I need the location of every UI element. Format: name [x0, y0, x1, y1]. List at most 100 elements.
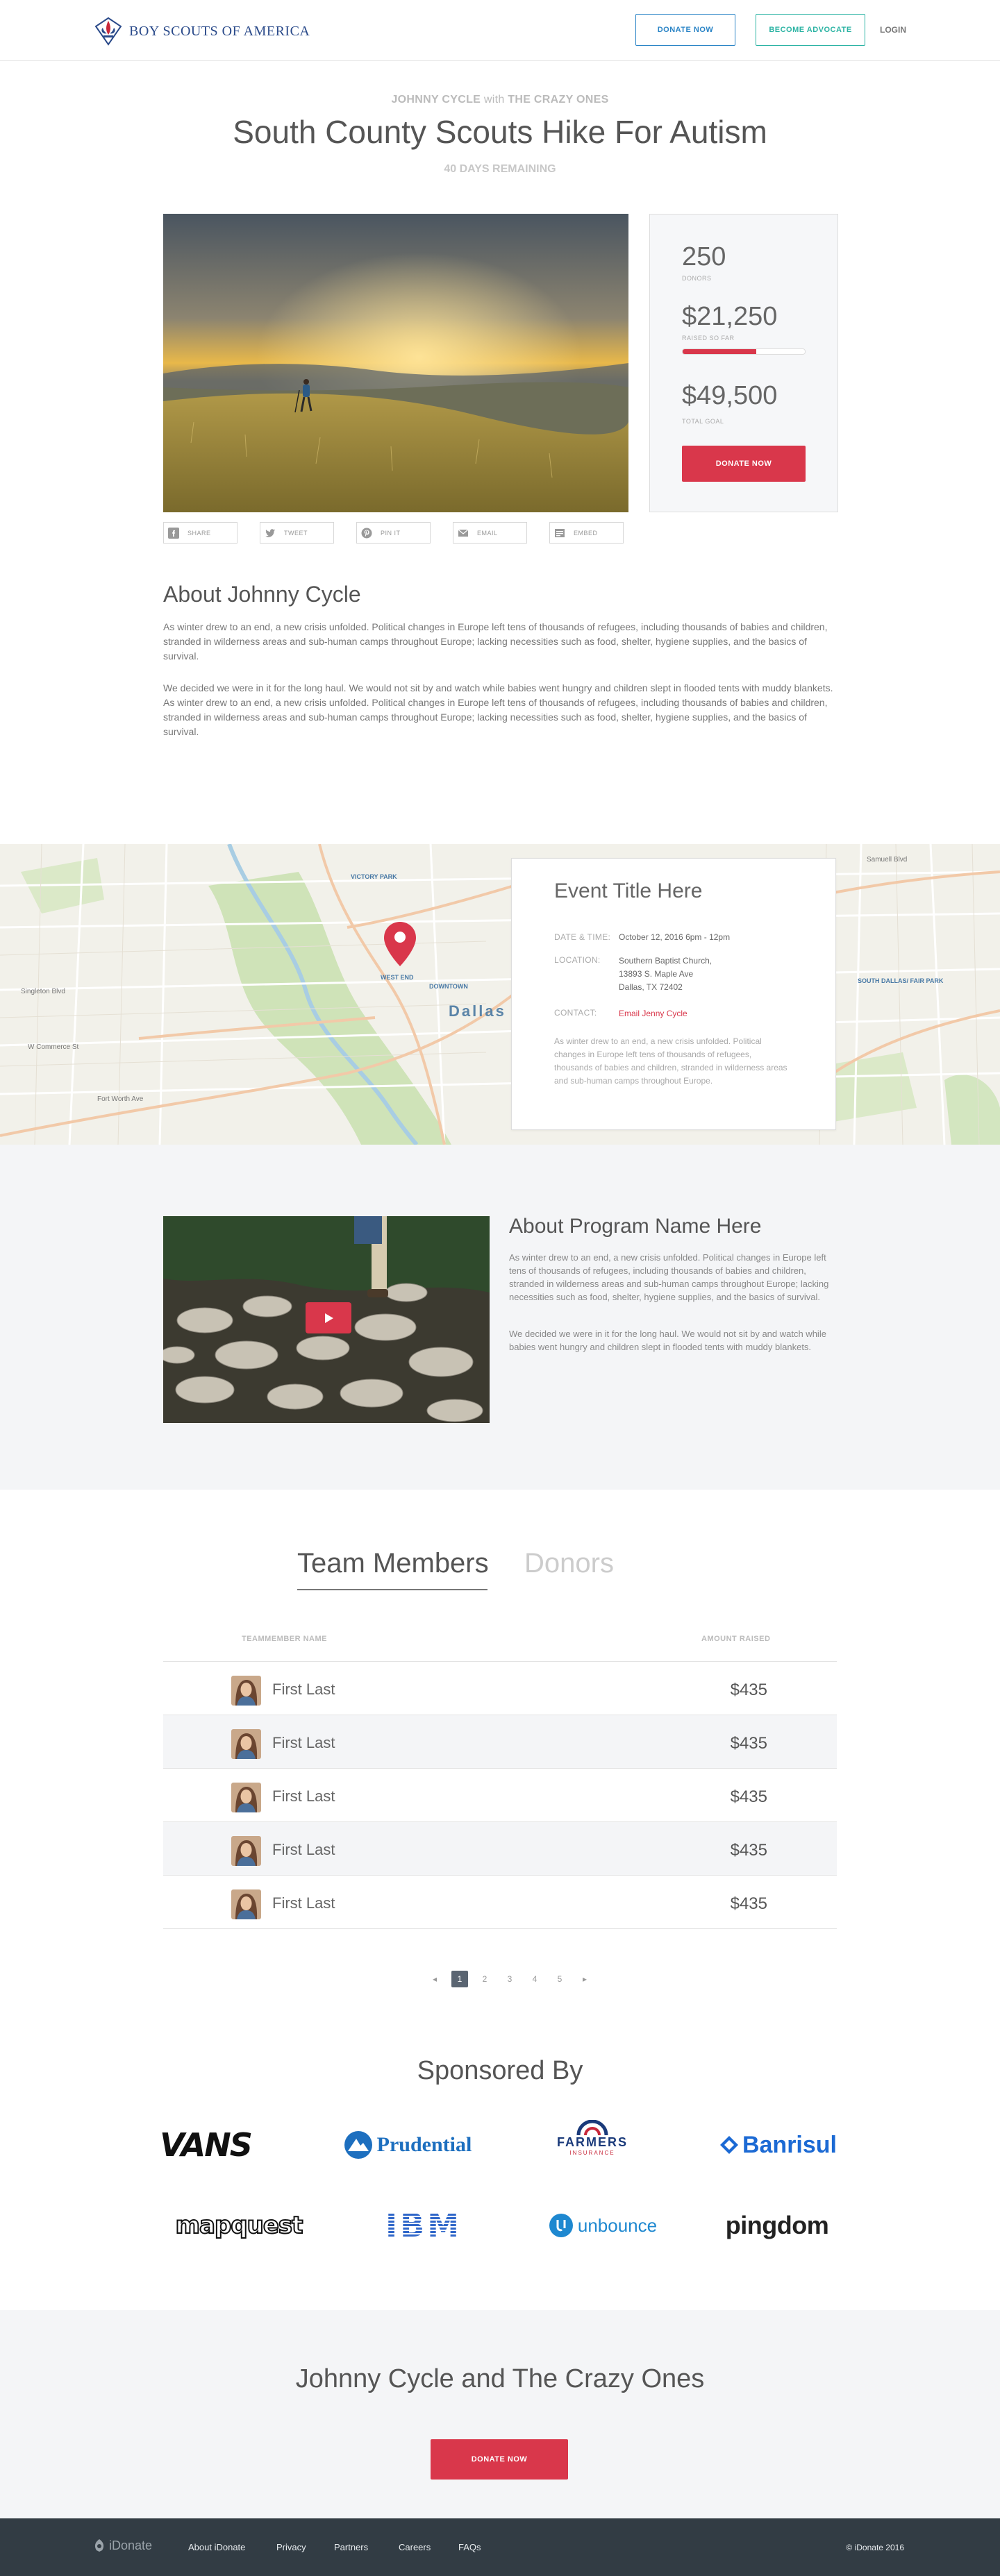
goal-label: TOTAL GOAL — [682, 418, 724, 425]
event-location-label: LOCATION: — [554, 955, 601, 965]
member-amount: $435 — [730, 1681, 767, 1699]
pager-page-2[interactable]: 2 — [472, 1974, 497, 1984]
map-label-west-end: WEST END — [381, 974, 414, 981]
event-date-value: October 12, 2016 6pm - 12pm — [619, 932, 731, 942]
event-contact-link[interactable]: Email Jenny Cycle — [619, 1007, 688, 1020]
event-date-label: DATE & TIME: — [554, 932, 611, 942]
team-name[interactable]: THE CRAZY ONES — [508, 94, 608, 106]
sponsor-logo-farmers[interactable]: FARMERS INSURANCE — [509, 2117, 676, 2159]
raised-label: RAISED SO FAR — [682, 335, 735, 342]
sponsor-logo-ibm[interactable]: IBM — [340, 2205, 507, 2246]
member-name[interactable]: First Last — [272, 1787, 335, 1805]
logo-text: BOY SCOUTS OF AMERICA — [129, 23, 310, 39]
pagination: ◂ 1 2 3 4 5 ▸ — [422, 1971, 597, 1987]
become-advocate-button[interactable]: BECOME ADVOCATE — [756, 14, 865, 46]
location-line-3: Dallas, TX 72402 — [619, 982, 683, 992]
program-paragraph-1: As winter drew to an end, a new crisis u… — [509, 1252, 829, 1302]
member-amount: $435 — [730, 1734, 767, 1753]
farmers-shield-icon — [576, 2120, 608, 2135]
location-line-1: Southern Baptist Church, — [619, 956, 712, 966]
map-label-commerce: W Commerce St — [28, 1043, 79, 1051]
sponsor-logo-vans[interactable]: VANS — [122, 2124, 289, 2166]
prudential-rock-icon — [344, 2131, 372, 2159]
map-label-south-dallas: SOUTH DALLAS/ FAIR PARK — [858, 977, 944, 984]
avatar — [231, 1889, 261, 1919]
tab-donors[interactable]: Donors — [524, 1548, 614, 1579]
cta-donate-button[interactable]: DONATE NOW — [431, 2439, 568, 2480]
active-tab-underline — [297, 1589, 488, 1590]
avatar — [231, 1836, 261, 1866]
page-title: South County Scouts Hike For Autism — [233, 114, 767, 150]
location-line-2: 13893 S. Maple Ave — [619, 969, 694, 979]
progress-fill — [683, 349, 756, 354]
pinterest-icon — [361, 528, 372, 538]
pager-page-5[interactable]: 5 — [547, 1974, 572, 1984]
footer-link-faqs[interactable]: FAQs — [458, 2542, 481, 2552]
pager-next[interactable]: ▸ — [572, 1974, 597, 1984]
member-name[interactable]: First Last — [272, 1894, 335, 1912]
footer-link-careers[interactable]: Careers — [399, 2542, 431, 2552]
event-map[interactable]: VICTORY PARK WEST END DOWNTOWN SOUTH DAL… — [0, 844, 1000, 1145]
banrisul-mark-icon — [719, 2136, 738, 2154]
about-title: About Johnny Cycle — [163, 582, 361, 607]
pager-page-4[interactable]: 4 — [522, 1974, 547, 1984]
member-amount: $435 — [730, 1787, 767, 1806]
event-details-card: Event Title Here DATE & TIME: October 12… — [511, 858, 836, 1130]
fundraiser-name[interactable]: JOHNNY CYCLE — [391, 94, 481, 106]
map-label-samuell: Samuell Blvd — [867, 856, 907, 864]
pager-page-1[interactable]: 1 — [447, 1971, 472, 1987]
login-link[interactable]: LOGIN — [880, 25, 906, 35]
sponsor-logo-banrisul[interactable]: Banrisul — [694, 2124, 861, 2166]
sponsor-logo-unbounce[interactable]: unbounce — [519, 2205, 686, 2246]
share-email-button[interactable]: EMAIL — [453, 522, 527, 544]
map-label-singleton: Singleton Blvd — [21, 988, 65, 995]
footer-link-about[interactable]: About iDonate — [188, 2542, 245, 2552]
map-label-fort-worth: Fort Worth Ave — [97, 1095, 144, 1103]
footer-link-partners[interactable]: Partners — [334, 2542, 368, 2552]
facebook-icon — [168, 527, 179, 539]
email-icon — [458, 529, 469, 537]
with-word: with — [483, 94, 505, 106]
share-pinterest-button[interactable]: PIN IT — [356, 522, 431, 544]
video-play-button[interactable] — [306, 1302, 351, 1333]
share-twitter-button[interactable]: TWEET — [260, 522, 334, 544]
member-name[interactable]: First Last — [272, 1681, 335, 1699]
share-twitter-label: TWEET — [284, 529, 308, 537]
cta-section — [0, 2310, 1000, 2518]
share-facebook-label: SHARE — [188, 529, 211, 537]
member-name[interactable]: First Last — [272, 1841, 335, 1859]
donors-count: 250 — [682, 242, 726, 271]
donate-now-button[interactable]: DONATE NOW — [682, 446, 806, 482]
sponsor-logo-prudential[interactable]: Prudential — [324, 2124, 491, 2166]
hero-subtitle: JOHNNY CYCLE with THE CRAZY ONES — [0, 94, 1000, 106]
pager-prev[interactable]: ◂ — [422, 1974, 447, 1984]
table-row: First Last $435 — [163, 1715, 837, 1769]
share-facebook-button[interactable]: SHARE — [163, 522, 238, 544]
map-city-label: Dallas — [449, 1002, 506, 1020]
site-footer: iDonate About iDonate Privacy Partners C… — [0, 2518, 1000, 2576]
header-donate-button[interactable]: DONATE NOW — [635, 14, 735, 46]
share-embed-button[interactable]: EMBED — [549, 522, 624, 544]
event-title: Event Title Here — [554, 879, 703, 902]
member-amount: $435 — [730, 1841, 767, 1860]
sponsor-logo-pingdom[interactable]: pingdom — [694, 2205, 860, 2246]
footer-logo-text: iDonate — [109, 2538, 153, 2552]
event-description: As winter drew to an end, a new crisis u… — [554, 1036, 788, 1086]
about-paragraph-1: As winter drew to an end, a new crisis u… — [163, 621, 828, 662]
raised-amount: $21,250 — [682, 302, 778, 331]
goal-amount: $49,500 — [682, 381, 778, 410]
tab-team-members[interactable]: Team Members — [297, 1548, 489, 1579]
map-label-victory-park: VICTORY PARK — [351, 873, 397, 880]
pager-page-3[interactable]: 3 — [497, 1974, 522, 1984]
campaign-stats-card: 250 DONORS $21,250 RAISED SO FAR $49,500… — [649, 214, 838, 512]
bsa-logo[interactable]: BOY SCOUTS OF AMERICA — [94, 17, 310, 46]
avatar — [231, 1729, 261, 1759]
member-name[interactable]: First Last — [272, 1734, 335, 1752]
raised-progress-bar — [682, 348, 806, 355]
donors-label: DONORS — [682, 275, 712, 282]
footer-logo[interactable]: iDonate — [92, 2538, 152, 2553]
footer-link-privacy[interactable]: Privacy — [276, 2542, 306, 2552]
sponsor-logo-mapquest[interactable]: mapquest — [156, 2205, 322, 2246]
avatar — [231, 1783, 261, 1812]
program-paragraph-2: We decided we were in it for the long ha… — [509, 1329, 826, 1352]
